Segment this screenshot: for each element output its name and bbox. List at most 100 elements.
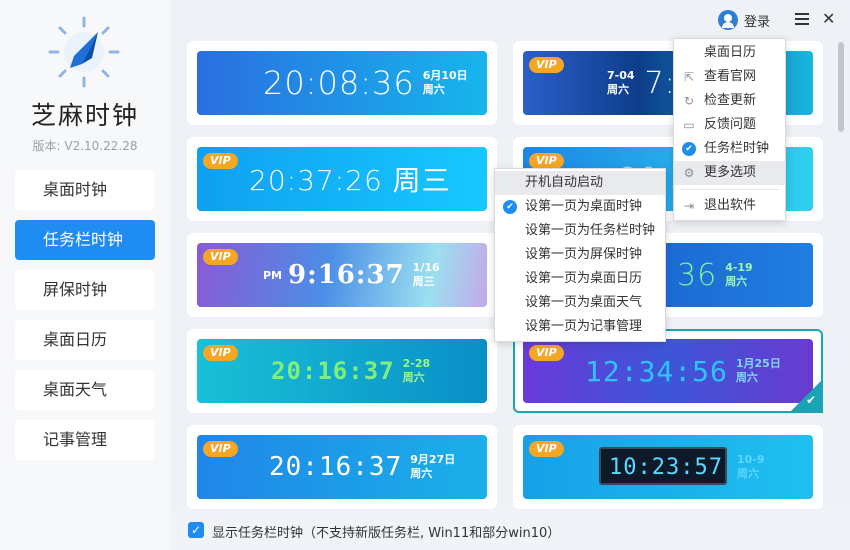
clock-time: 12:34:56 — [585, 354, 728, 388]
menu-item-desktop-calendar[interactable]: 桌面日历 — [674, 41, 785, 65]
clock-preview: VIP 20:16:37 2-28 周六 — [197, 339, 487, 403]
exit-icon: ⇥ — [683, 199, 695, 213]
clock-time: 20:16:37 — [271, 357, 395, 385]
sidebar: 芝麻时钟 版本: V2.10.22.28 桌面时钟 任务栏时钟 屏保时钟 桌面日… — [0, 0, 170, 550]
clock-date: 6月10日 — [422, 69, 468, 82]
submenu-item-first-screensaver-clock[interactable]: 设第一页为屏保时钟 — [495, 243, 665, 267]
calendar-icon — [682, 46, 696, 60]
clock-time: 20:08:36 — [263, 64, 415, 102]
menu-item-label: 桌面日历 — [704, 45, 757, 60]
clock-time: 20:37:26 周三 — [249, 164, 451, 197]
menu-item-label: 设第一页为桌面日历 — [525, 271, 643, 286]
vip-badge: VIP — [529, 345, 564, 361]
menu-item-label: 设第一页为桌面天气 — [525, 295, 643, 310]
sidebar-item-desktop-weather[interactable]: 桌面天气 — [15, 370, 155, 410]
check-icon: ✔ — [503, 200, 517, 214]
clock-card[interactable]: 20:08:36 6月10日 周六 — [187, 41, 497, 125]
clock-weekday: 周六 — [725, 275, 748, 288]
gear-icon: ⚙ — [683, 166, 695, 180]
sidebar-item-notes[interactable]: 记事管理 — [15, 420, 155, 460]
clock-date: 10-9 — [736, 453, 765, 466]
clock-card[interactable]: VIP 20:16:37 2-28 周六 — [187, 329, 497, 413]
main-menu: 桌面日历 ⇱ 查看官网 ↻ 检查更新 ▭ 反馈问题 ✔ 任务栏时钟 ⚙ 更多选项… — [673, 38, 786, 221]
submenu-item-first-desktop-weather[interactable]: 设第一页为桌面天气 — [495, 291, 665, 315]
login-label: 登录 — [744, 14, 771, 30]
clock-date: 9月27日 — [410, 453, 456, 466]
vip-badge: VIP — [529, 153, 564, 169]
scrollbar-thumb[interactable] — [838, 42, 844, 132]
clock-date: 7-04 — [607, 69, 635, 82]
menu-item-label: 设第一页为屏保时钟 — [525, 247, 643, 262]
user-avatar-icon — [718, 10, 738, 30]
clock-card[interactable]: VIP PM 9:16:37 1/16 周三 — [187, 233, 497, 317]
menu-item-label: 查看官网 — [704, 69, 757, 84]
menu-item-official-site[interactable]: ⇱ 查看官网 — [674, 65, 785, 89]
menu-item-check-update[interactable]: ↻ 检查更新 — [674, 89, 785, 113]
login-button[interactable]: 登录 — [718, 10, 770, 30]
clock-date: 1月25日 — [735, 357, 781, 370]
submenu-item-first-taskbar-clock[interactable]: 设第一页为任务栏时钟 — [495, 219, 665, 243]
vip-badge: VIP — [529, 441, 564, 457]
clock-date: 4-19 — [725, 261, 753, 274]
vip-badge: VIP — [203, 249, 238, 265]
show-taskbar-checkbox[interactable]: ✓ — [188, 522, 204, 538]
clock-preview: 20:08:36 6月10日 周六 — [197, 51, 487, 115]
bottom-bar: ✓ 显示任务栏时钟（不支持新版任务栏, Win11和部分win10） — [170, 510, 850, 550]
menu-item-feedback[interactable]: ▭ 反馈问题 — [674, 113, 785, 137]
refresh-icon: ↻ — [683, 94, 695, 108]
menu-item-more-options[interactable]: ⚙ 更多选项 — [674, 161, 785, 185]
clock-card[interactable]: VIP 10:23:57 10-9 周六 — [513, 425, 823, 509]
menu-item-exit[interactable]: ⇥ 退出软件 — [674, 194, 785, 218]
menu-item-label: 设第一页为桌面时钟 — [525, 199, 643, 214]
clock-weekday: 周六 — [607, 83, 629, 96]
clock-date: 2-28 — [402, 357, 431, 370]
app-name: 芝麻时钟 — [30, 101, 139, 130]
clock-weekday: 周三 — [412, 275, 435, 288]
clock-weekday: 周六 — [402, 371, 425, 384]
clock-card[interactable]: VIP 20:16:37 9月27日 周六 — [187, 425, 497, 509]
menu-icon[interactable] — [795, 13, 809, 25]
clock-weekday: 周六 — [410, 467, 433, 480]
menu-item-label: 退出软件 — [704, 198, 757, 213]
close-icon[interactable]: ✕ — [822, 11, 835, 27]
share-icon: ⇱ — [683, 70, 695, 84]
sidebar-item-taskbar-clock[interactable]: 任务栏时钟 — [15, 220, 155, 260]
clock-ampm: PM — [263, 268, 283, 282]
menu-item-label: 设第一页为任务栏时钟 — [525, 223, 656, 238]
feedback-icon: ▭ — [683, 118, 695, 132]
vip-badge: VIP — [203, 345, 238, 361]
submenu-item-first-notes[interactable]: 设第一页为记事管理 — [495, 315, 665, 339]
app-version: 版本: V2.10.22.28 — [32, 139, 138, 153]
more-options-submenu: 开机自动启动 ✔ 设第一页为桌面时钟 设第一页为任务栏时钟 设第一页为屏保时钟 … — [494, 168, 666, 342]
menu-item-label: 反馈问题 — [704, 117, 757, 132]
clock-preview: VIP 12:34:56 1月25日 周六 — [523, 339, 813, 403]
sidebar-item-desktop-calendar[interactable]: 桌面日历 — [15, 320, 155, 360]
sidebar-item-desktop-clock[interactable]: 桌面时钟 — [15, 170, 155, 210]
clock-preview: VIP 10:23:57 10-9 周六 — [523, 435, 813, 499]
clock-weekday: 周六 — [735, 371, 758, 384]
clock-time: 9:16:37 — [288, 260, 405, 290]
clock-time: 7: — [644, 65, 676, 101]
clock-time: 20:16:37 — [269, 452, 403, 482]
menu-item-taskbar-clock[interactable]: ✔ 任务栏时钟 — [674, 137, 785, 161]
clock-card[interactable]: VIP 20:37:26 周三 — [187, 137, 497, 221]
check-icon: ✔ — [805, 393, 816, 407]
check-icon: ✔ — [682, 142, 696, 156]
menu-item-label: 更多选项 — [704, 165, 757, 180]
vip-badge: VIP — [203, 441, 238, 457]
clock-weekday: 周六 — [422, 83, 445, 96]
show-taskbar-label: 显示任务栏时钟（不支持新版任务栏, Win11和部分win10） — [212, 526, 561, 541]
submenu-item-first-desktop-calendar[interactable]: 设第一页为桌面日历 — [495, 267, 665, 291]
clock-weekday: 周六 — [736, 467, 759, 480]
clock-time: 10:23:57 — [609, 454, 723, 480]
menu-item-label: 任务栏时钟 — [704, 141, 770, 156]
submenu-item-first-desktop-clock[interactable]: ✔ 设第一页为桌面时钟 — [495, 195, 665, 219]
clock-time: 36 — [677, 257, 718, 293]
clock-preview: VIP PM 9:16:37 1/16 周三 — [197, 243, 487, 307]
clock-preview: VIP 20:16:37 9月27日 周六 — [197, 435, 487, 499]
sidebar-item-screensaver-clock[interactable]: 屏保时钟 — [15, 270, 155, 310]
submenu-item-autostart[interactable]: 开机自动启动 — [495, 171, 665, 195]
vip-badge: VIP — [203, 153, 238, 169]
clock-preview: VIP 20:37:26 周三 — [197, 147, 487, 211]
menu-divider — [680, 189, 779, 190]
